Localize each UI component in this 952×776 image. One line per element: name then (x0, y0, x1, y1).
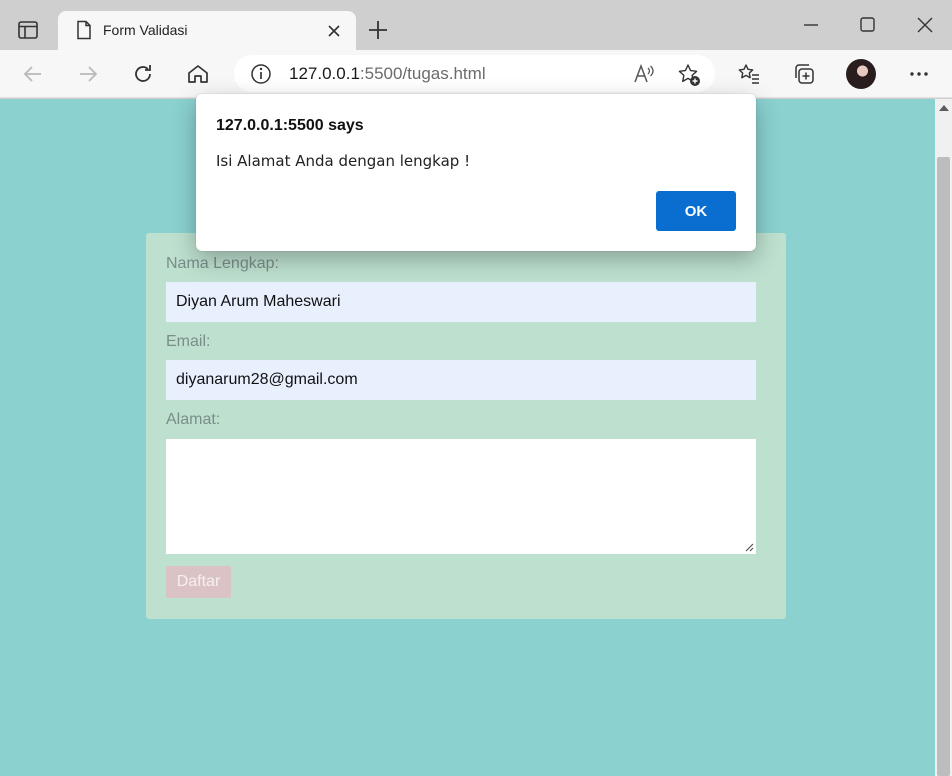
tab-strip: Form Validasi (0, 0, 952, 50)
info-icon[interactable] (250, 63, 272, 85)
email-label: Email: (166, 333, 211, 350)
url-text[interactable]: 127.0.0.1:5500/tugas.html (289, 64, 486, 84)
minimize-icon[interactable] (796, 12, 826, 38)
email-input[interactable]: diyanarum28@gmail.com (166, 360, 756, 400)
document-icon (74, 20, 94, 40)
refresh-icon[interactable] (131, 62, 155, 86)
address-textarea[interactable] (166, 439, 756, 554)
close-icon[interactable] (324, 21, 344, 41)
scroll-thumb[interactable] (937, 157, 950, 776)
vertical-scrollbar[interactable] (935, 99, 952, 776)
profile-avatar[interactable] (846, 59, 876, 89)
submit-button[interactable]: Daftar (166, 566, 231, 598)
read-aloud-icon[interactable] (632, 63, 656, 85)
home-icon[interactable] (186, 62, 210, 86)
add-favorite-icon[interactable] (677, 63, 701, 87)
scroll-up-arrow-icon[interactable] (939, 105, 949, 111)
maximize-icon[interactable] (852, 12, 882, 38)
window-close-icon[interactable] (910, 12, 940, 38)
address-bar[interactable]: 127.0.0.1:5500/tugas.html (234, 55, 715, 92)
browser-tab[interactable]: Form Validasi (58, 11, 356, 50)
collections-icon[interactable] (792, 62, 816, 86)
tab-title: Form Validasi (103, 22, 188, 38)
forward-icon[interactable] (76, 62, 100, 86)
alert-message: Isi Alamat Anda dengan lengkap ! (216, 152, 471, 170)
more-icon[interactable] (907, 62, 931, 86)
name-input[interactable]: Diyan Arum Maheswari (166, 282, 756, 322)
favorites-icon[interactable] (737, 62, 761, 86)
name-label: Nama Lengkap: (166, 255, 279, 272)
ok-button[interactable]: OK (656, 191, 736, 231)
resize-handle-icon[interactable] (744, 542, 754, 552)
alert-title: 127.0.0.1:5500 says (216, 117, 364, 134)
browser-toolbar: 127.0.0.1:5500/tugas.html (0, 50, 952, 98)
address-label: Alamat: (166, 411, 221, 428)
back-icon[interactable] (21, 62, 45, 86)
tab-actions-icon[interactable] (12, 17, 44, 43)
alert-dialog: 127.0.0.1:5500 says Isi Alamat Anda deng… (196, 94, 756, 251)
url-host: 127.0.0.1 (289, 64, 360, 83)
url-path: :5500/tugas.html (359, 64, 486, 83)
plus-icon[interactable] (366, 18, 390, 42)
registration-form: Nama Lengkap: Diyan Arum Maheswari Email… (146, 233, 786, 619)
